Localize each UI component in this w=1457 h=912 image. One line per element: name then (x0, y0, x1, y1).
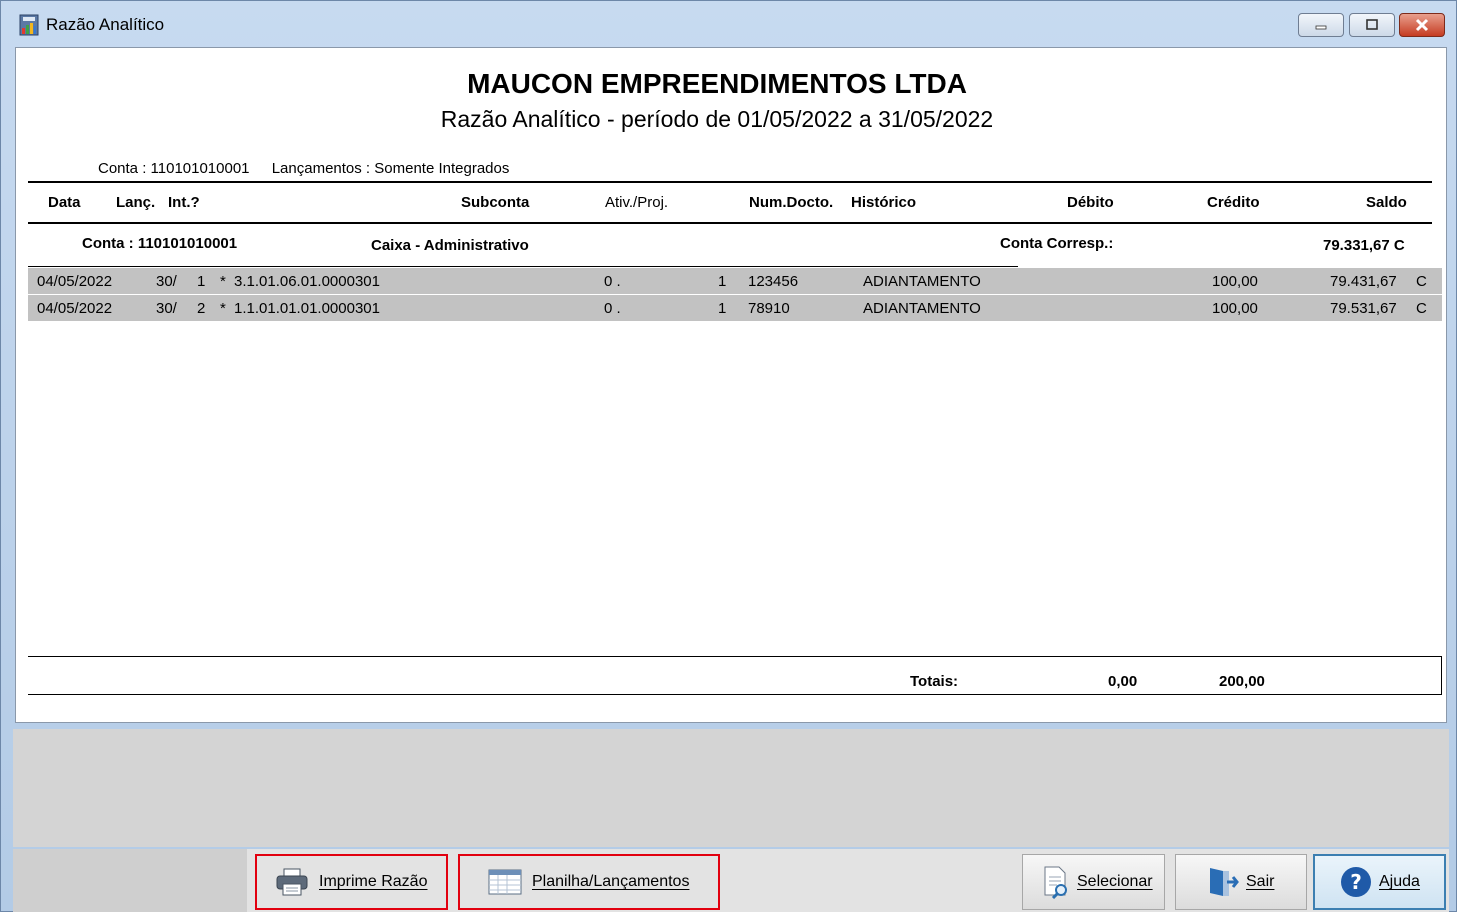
totals-right-rule (1441, 656, 1442, 695)
header-bottom-rule (28, 222, 1432, 224)
report-subtitle: Razão Analítico - período de 01/05/2022 … (440, 106, 994, 132)
row-subconta: 3.1.01.06.01.0000301 (234, 273, 380, 290)
row-int: * (220, 300, 226, 317)
empty-panel (13, 729, 1449, 847)
imprime-razao-label: Imprime Razão (319, 873, 428, 890)
row-data: 04/05/2022 (37, 273, 113, 290)
col-header-historico: Histórico (851, 194, 917, 211)
totals-label: Totais: (910, 673, 959, 690)
row-numdocto: 123456 (748, 273, 799, 290)
account-name: Caixa - Administrativo (371, 237, 529, 254)
minimize-button[interactable] (1298, 13, 1344, 37)
planilha-lancamentos-button[interactable]: Planilha/Lançamentos (458, 854, 720, 910)
row-lanc: 30/ (156, 300, 177, 317)
razao-analitico-window: Razão Analítico MAUCON EMPREENDIMENTOS L… (0, 0, 1457, 912)
close-button[interactable] (1399, 13, 1445, 37)
row-ativ: 0 . (604, 273, 621, 290)
row-credito: 100,00 (1212, 300, 1258, 317)
table-row[interactable]: 04/05/2022 30/ 1 * 3.1.01.06.01.0000301 … (28, 268, 1442, 294)
col-header-int: Int.? (168, 194, 200, 211)
row-saldo: 79.431,67 (1330, 273, 1397, 290)
row-historico: ADIANTAMENTO (863, 273, 981, 290)
svg-text:?: ? (1350, 870, 1362, 894)
ajuda-button[interactable]: ? Ajuda (1313, 854, 1446, 910)
row-dc: C (1416, 300, 1427, 317)
row-ativ-n: 1 (718, 273, 727, 290)
report-view: MAUCON EMPREENDIMENTOS LTDA Razão Analít… (15, 47, 1447, 723)
toolbar-left-spacer (13, 849, 247, 912)
planilha-lancamentos-label: Planilha/Lançamentos (532, 873, 690, 890)
row-int: * (220, 273, 226, 290)
col-header-credito: Crédito (1207, 194, 1260, 211)
maximize-icon (1366, 19, 1378, 30)
row-lanc: 30/ (156, 273, 177, 290)
exit-door-icon (1206, 865, 1240, 899)
document-search-icon (1039, 865, 1073, 899)
row-ativ: 0 . (604, 300, 621, 317)
col-header-lanc: Lanç. (116, 194, 156, 211)
minimize-icon (1315, 25, 1327, 30)
row-subconta: 1.1.01.01.01.0000301 (234, 300, 380, 317)
row-seq: 1 (197, 273, 206, 290)
row-ativ-n: 1 (718, 300, 727, 317)
header-top-rule (28, 181, 1432, 183)
company-name: MAUCON EMPREENDIMENTOS LTDA (467, 68, 967, 99)
col-header-numdocto: Num.Docto. (749, 194, 834, 211)
sair-label: Sair (1246, 873, 1275, 890)
ajuda-label: Ajuda (1379, 873, 1420, 890)
calculator-icon (19, 14, 39, 36)
row-numdocto: 78910 (748, 300, 790, 317)
imprime-razao-button[interactable]: Imprime Razão (255, 854, 448, 910)
totals-debito: 0,00 (1108, 673, 1138, 690)
row-credito: 100,00 (1212, 273, 1258, 290)
close-icon (1415, 18, 1429, 32)
row-saldo: 79.531,67 (1330, 300, 1397, 317)
title-bar: Razão Analítico (1, 1, 1457, 47)
selecionar-label: Selecionar (1077, 873, 1153, 890)
sair-button[interactable]: Sair (1175, 854, 1307, 910)
maximize-button[interactable] (1349, 13, 1395, 37)
spreadsheet-icon (488, 865, 522, 899)
col-header-ativ: Ativ./Proj. (605, 194, 669, 211)
col-header-data: Data (48, 194, 81, 211)
conta-info: Conta : 110101010001 (98, 160, 250, 177)
totals-credito: 200,00 (1219, 673, 1265, 690)
totals-top-rule (28, 656, 1442, 657)
selecionar-button[interactable]: Selecionar (1022, 854, 1165, 910)
help-icon: ? (1339, 865, 1373, 899)
col-header-saldo: Saldo (1366, 194, 1407, 211)
printer-icon (275, 865, 309, 899)
account-rule (28, 266, 1018, 267)
row-data: 04/05/2022 (37, 300, 113, 317)
totals-bottom-rule (28, 694, 1442, 695)
lancamentos-info: Lançamentos : Somente Integrados (271, 160, 510, 177)
row-historico: ADIANTAMENTO (863, 300, 981, 317)
account-label: Conta : 110101010001 (82, 235, 238, 252)
report-filter-info: Conta : 110101010001 Lançamentos : Somen… (98, 160, 509, 177)
row-dc: C (1416, 273, 1427, 290)
table-row[interactable]: 04/05/2022 30/ 2 * 1.1.01.01.01.0000301 … (28, 295, 1442, 321)
col-header-debito: Débito (1067, 194, 1114, 211)
conta-corresp-label: Conta Corresp.: (1000, 235, 1114, 252)
row-seq: 2 (197, 300, 206, 317)
col-header-subconta: Subconta (461, 194, 530, 211)
opening-balance: 79.331,67 C (1323, 237, 1405, 254)
window-title: Razão Analítico (46, 15, 165, 34)
